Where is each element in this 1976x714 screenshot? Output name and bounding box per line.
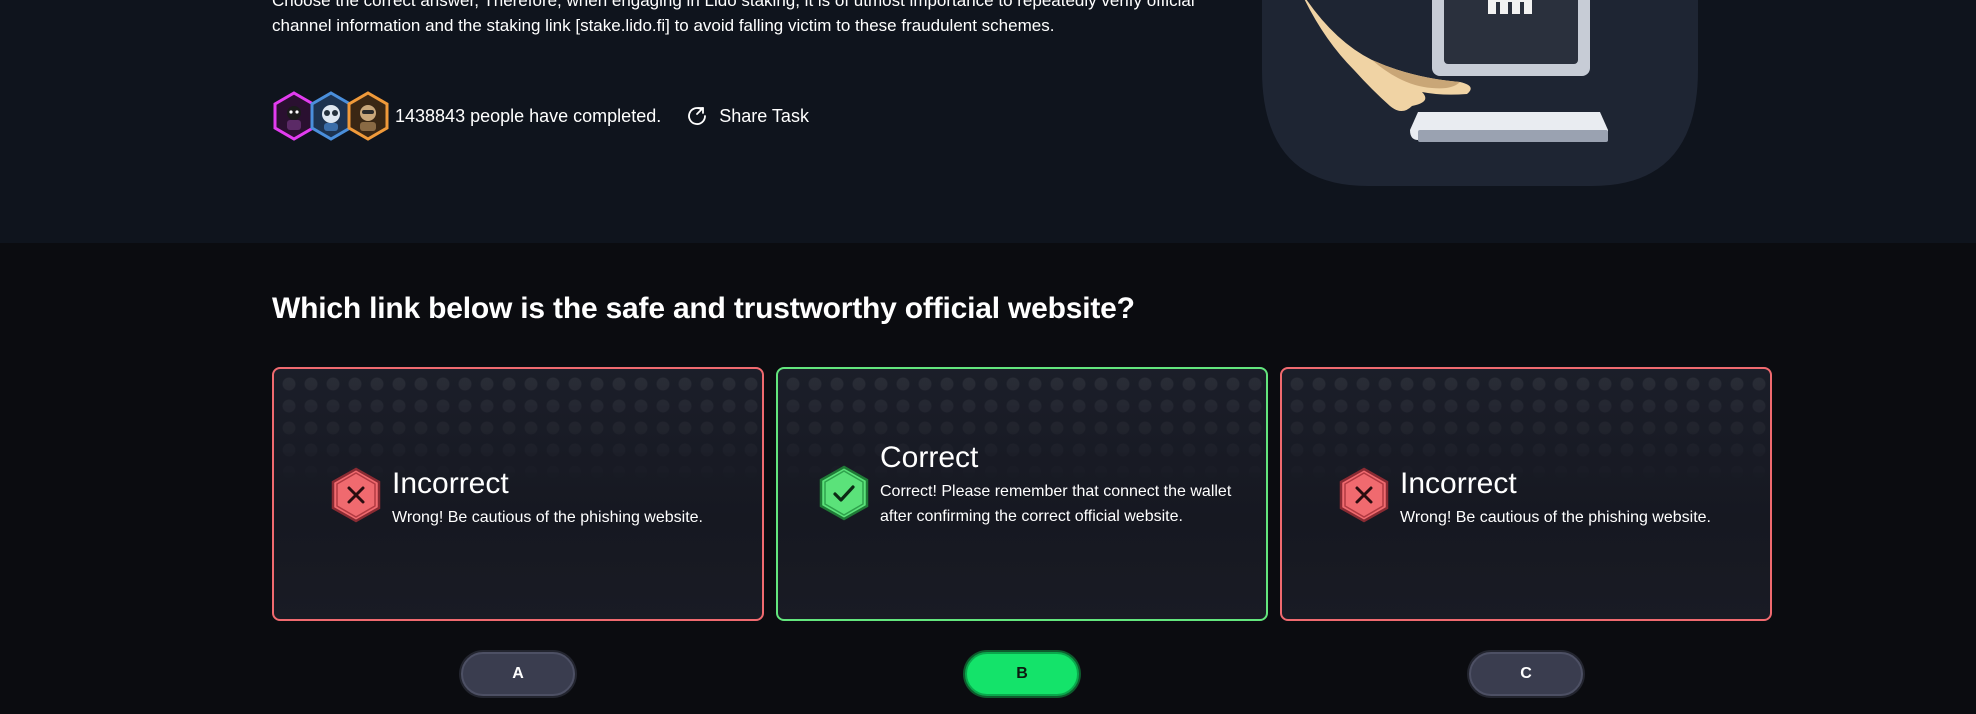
share-task-label: Share Task xyxy=(719,105,809,126)
quiz-question: Which link below is the safe and trustwo… xyxy=(272,292,1135,325)
completed-count: 1438843 people have completed. xyxy=(395,105,662,126)
answer-status: Incorrect xyxy=(392,467,509,500)
answer-feedback: Incorrect Wrong! Be cautious of the phis… xyxy=(330,467,703,530)
phishing-illustration xyxy=(1262,0,1698,186)
answer-feedback: Correct Correct! Please remember that co… xyxy=(818,441,1238,529)
answer-card-a[interactable]: Incorrect Wrong! Be cautious of the phis… xyxy=(272,367,764,621)
check-icon xyxy=(818,465,870,521)
answer-status: Incorrect xyxy=(1400,467,1517,500)
answer-message: Wrong! Be cautious of the phishing websi… xyxy=(1400,509,1711,526)
share-icon xyxy=(685,104,709,128)
answer-message: Wrong! Be cautious of the phishing websi… xyxy=(392,509,703,526)
avatar-group xyxy=(272,91,389,141)
option-a-button[interactable]: A xyxy=(461,652,575,696)
task-description: Choose the correct answer, Therefore, wh… xyxy=(272,0,1195,35)
answer-message: Correct! Please remember that connect th… xyxy=(880,483,1232,525)
completion-row: 1438843 people have completed. Share Tas… xyxy=(272,91,809,141)
option-b-button[interactable]: B xyxy=(965,652,1079,696)
answer-status: Correct xyxy=(880,441,979,474)
cross-icon xyxy=(330,467,382,523)
share-task-button[interactable]: Share Task xyxy=(685,104,809,128)
option-c-button[interactable]: C xyxy=(1469,652,1583,696)
task-header-section: Choose the correct answer, Therefore, wh… xyxy=(0,0,1976,243)
cross-icon xyxy=(1338,467,1390,523)
answer-feedback: Incorrect Wrong! Be cautious of the phis… xyxy=(1338,467,1711,530)
answer-card-b[interactable]: Correct Correct! Please remember that co… xyxy=(776,367,1268,621)
avatar xyxy=(346,91,390,141)
answer-card-c[interactable]: Incorrect Wrong! Be cautious of the phis… xyxy=(1280,367,1772,621)
